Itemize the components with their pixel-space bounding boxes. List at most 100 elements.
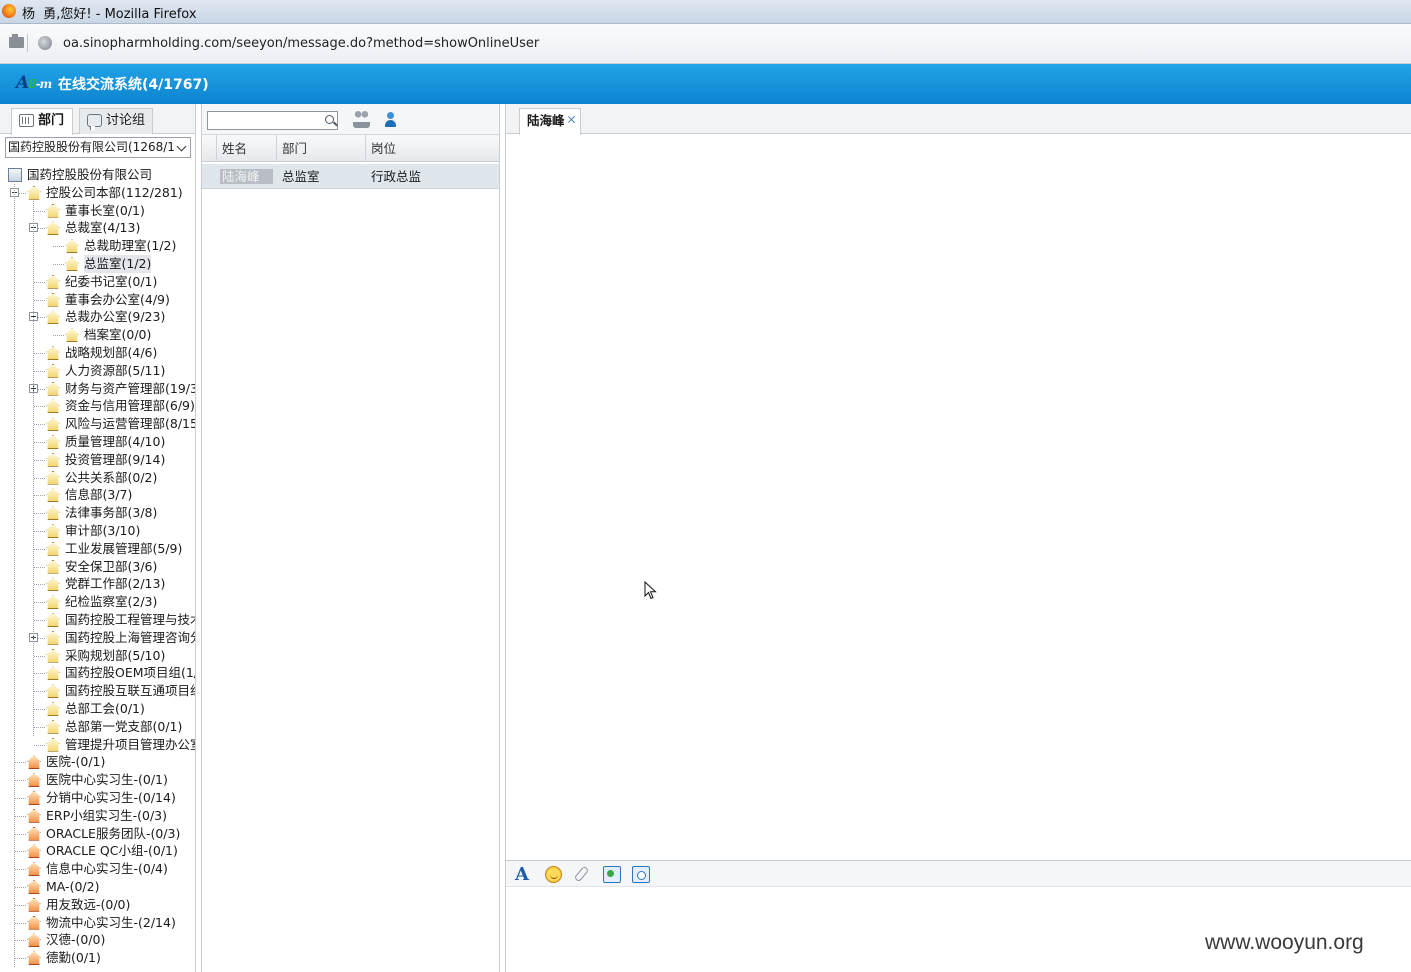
tree-node-label: 工业发展管理部(5/9) [65, 540, 183, 556]
tab-discussion-group-label: 讨论组 [106, 113, 146, 128]
tree-connector [34, 442, 45, 443]
globe-icon[interactable] [38, 36, 52, 50]
attach-icon[interactable] [573, 865, 590, 883]
tree-connector [34, 602, 45, 604]
tree-connector [15, 798, 26, 799]
tree-connector [53, 246, 64, 248]
tree-node-label: 总监室(1/2) [84, 255, 152, 273]
tree-connector [15, 922, 26, 924]
watermark-text: www.wooyun.org [1205, 931, 1364, 954]
department-icon [46, 702, 60, 716]
organization-select[interactable]: 国药控股股份有限公司(1268/1767) [5, 137, 191, 158]
tab-discussion-group[interactable]: 讨论组 [79, 108, 153, 134]
department-icon [46, 524, 60, 538]
tree-connector [34, 370, 45, 372]
tree-node-label: 总裁助理室(1/2) [84, 238, 177, 254]
tree-node-label: 管理提升项目管理办公室 [65, 736, 196, 752]
address-separator [27, 34, 35, 52]
tree-node-label: 质量管理部(4/10) [65, 434, 166, 449]
window-titlebar: 杨 勇,您好! - Mozilla Firefox [0, 0, 1411, 24]
tree-node-label: 信息中心实习生-(0/4) [46, 861, 168, 877]
department-icon [27, 897, 41, 912]
tree-connector [53, 264, 64, 265]
font-icon[interactable]: A [515, 866, 533, 884]
user-list-toolbar [202, 104, 499, 135]
group-icon[interactable] [353, 111, 370, 128]
department-icon [46, 559, 60, 574]
tree-node-label: 董事长室(0/1) [65, 202, 145, 218]
chevron-down-icon[interactable] [174, 138, 190, 157]
tree-node-label: 国药控股互联互通项目组 [65, 683, 196, 699]
department-icon [46, 417, 60, 432]
department-icon [27, 862, 41, 877]
department-icon [46, 203, 60, 218]
url-input[interactable]: oa.sinopharmholding.com/seeyon/message.d… [63, 36, 539, 51]
organization-select-value: 国药控股股份有限公司(1268/1767) [8, 140, 191, 154]
tree-node-label: 档案室(0/0) [84, 327, 152, 343]
tree-connector [34, 424, 45, 426]
tree-connector [15, 815, 26, 817]
department-icon [46, 577, 60, 592]
column-header-position[interactable]: 岗位 [365, 135, 499, 162]
table-row[interactable]: 陆海峰 总监室 行政总监 [202, 164, 499, 189]
department-icon [27, 773, 41, 788]
tree-node-label: 国药控股OEM项目组(1/ [65, 665, 196, 681]
chat-bubble-icon [87, 114, 102, 130]
tab-department-label: 部门 [38, 113, 65, 128]
tree-node-label: 汉德-(0/0) [46, 932, 106, 948]
department-icon [46, 506, 60, 521]
tree-node-label: 公共关系部(0/2) [65, 469, 158, 485]
tree-connector [15, 904, 26, 906]
chat-tab-user[interactable]: 陆海峰 [519, 108, 581, 135]
tree-connector [34, 299, 45, 301]
tree-node-label: 投资管理部(9/14) [65, 451, 166, 467]
grid-header: 姓名 部门 岗位 [202, 135, 499, 162]
organization-icon [8, 168, 22, 182]
row-position: 行政总监 [371, 169, 422, 184]
building-icon [19, 114, 34, 127]
message-input[interactable] [506, 887, 1411, 972]
emoji-icon[interactable] [545, 866, 562, 883]
department-icon [27, 844, 41, 859]
tab-department[interactable]: 部门 [11, 108, 73, 135]
column-header-department[interactable]: 部门 [276, 135, 365, 162]
tree-connector [34, 495, 45, 497]
search-input[interactable] [207, 111, 338, 130]
history-icon[interactable] [632, 866, 650, 883]
tree-connector [34, 566, 45, 568]
column-header-name[interactable]: 姓名 [216, 135, 276, 162]
page-info-icon[interactable] [9, 34, 24, 48]
tree-connector [15, 940, 26, 942]
tree-connector [34, 744, 45, 746]
tree-connector [15, 958, 26, 960]
message-input-toolbar: A [506, 861, 1411, 887]
tree-node-label: 法律事务部(3/8) [65, 505, 158, 521]
department-icon [46, 381, 60, 396]
department-icon [65, 257, 79, 271]
tree-node-label: ORACLE QC小组-(0/1) [46, 843, 178, 859]
department-icon [46, 630, 60, 645]
tree-node-label: 信息部(3/7) [65, 487, 133, 503]
user-icon[interactable] [382, 111, 399, 128]
row-name[interactable]: 陆海峰 [220, 169, 273, 184]
tree-node-label: 物流中心实习生-(2/14) [46, 914, 176, 930]
search-icon[interactable] [325, 115, 334, 124]
address-bar: oa.sinopharmholding.com/seeyon/message.d… [0, 24, 1411, 64]
department-icon [46, 274, 60, 289]
tree-node-label: 医院-(0/1) [46, 754, 106, 770]
tree-node-label: 国药控股工程管理与技术 [65, 612, 196, 627]
tree-node-label: 资金与信用管理部(6/9) [65, 398, 195, 414]
tree-connector [33, 201, 34, 736]
chat-tab-bar: 陆海峰 [506, 104, 1411, 135]
app-header: A8-m 在线交流系统(4/1767) [0, 64, 1411, 104]
tree-node-label: 控股公司本部(112/281) [46, 184, 183, 200]
tree-node-label: 纪检监察室(2/3) [65, 594, 158, 610]
tree-node-label: 用友致远-(0/0) [46, 896, 131, 912]
department-icon [46, 292, 60, 307]
department-icon [46, 488, 60, 503]
tree-node-label: ORACLE服务团队-(0/3) [46, 825, 181, 841]
close-icon[interactable] [567, 115, 576, 124]
tree-connector [34, 655, 45, 657]
tree-connector [14, 184, 15, 967]
screenshot-icon[interactable] [603, 866, 621, 883]
